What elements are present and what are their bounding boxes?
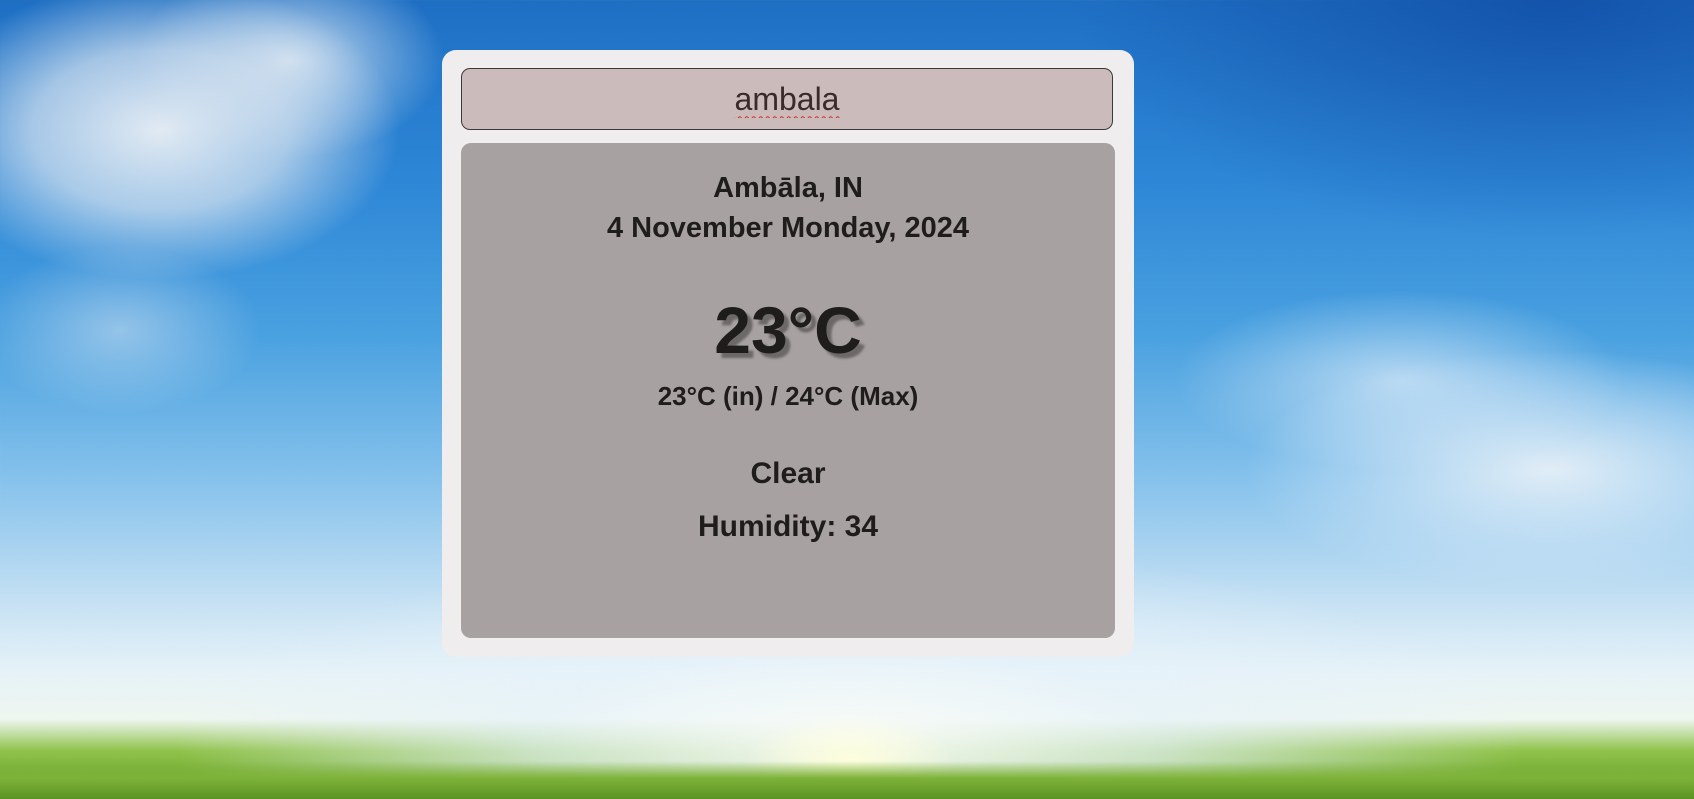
weather-condition: Clear xyxy=(750,457,826,490)
weather-app-card: Ambāla, IN 4 November Monday, 2024 23°C … xyxy=(442,50,1134,657)
city-search-input[interactable] xyxy=(461,68,1113,130)
humidity-label: Humidity: 34 xyxy=(697,510,879,543)
page-background: { "search": { "value": "ambala", "placeh… xyxy=(0,0,1694,799)
grass-horizon xyxy=(0,761,1694,799)
weather-info-panel: Ambāla, IN 4 November Monday, 2024 23°C … xyxy=(461,143,1115,638)
date-label: 4 November Monday, 2024 xyxy=(606,212,970,244)
temperature-range: 23°C (in) / 24°C (Max) xyxy=(657,381,919,411)
current-temperature: 23°C xyxy=(714,293,862,367)
location-label: Ambāla, IN xyxy=(713,172,863,204)
sun-glow xyxy=(720,690,980,799)
